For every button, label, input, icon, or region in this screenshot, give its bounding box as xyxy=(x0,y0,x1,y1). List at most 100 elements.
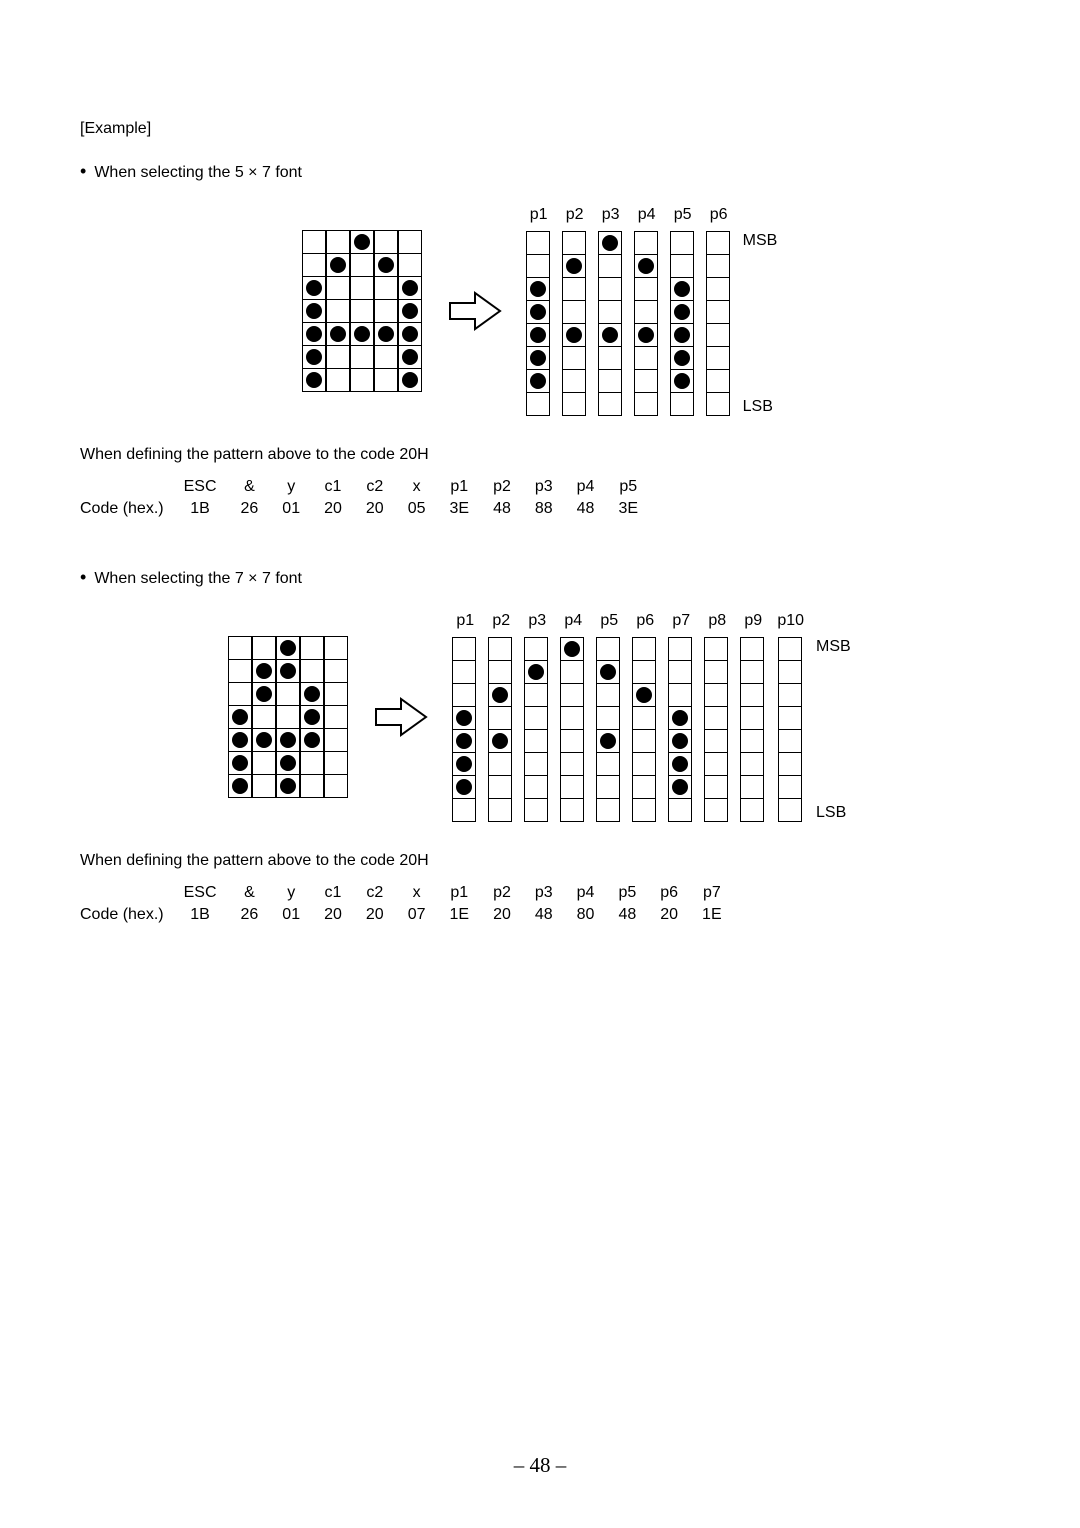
table-header-cell: p2 xyxy=(481,476,523,498)
grid-cell xyxy=(252,705,276,729)
arrow-right-icon xyxy=(371,687,431,747)
grid-cell xyxy=(300,705,324,729)
byte-cell xyxy=(488,660,512,684)
byte-cell xyxy=(668,752,692,776)
byte-cell xyxy=(596,798,620,822)
grid-cell xyxy=(300,682,324,706)
bullet-5x7: • When selecting the 5 × 7 font xyxy=(80,162,1000,182)
byte-cell xyxy=(778,660,802,684)
table-value-cell: 20 xyxy=(312,498,354,520)
grid-cell xyxy=(350,230,374,254)
page-number: – 48 – xyxy=(0,1453,1080,1478)
column-label: p10 xyxy=(777,612,804,634)
byte-cell xyxy=(598,346,622,370)
byte-cell xyxy=(562,392,586,416)
byte-cell xyxy=(598,369,622,393)
grid-cell xyxy=(228,728,252,752)
table-value-cell: 48 xyxy=(606,904,648,926)
define-text-2: When defining the pattern above to the c… xyxy=(80,852,1000,870)
byte-cell xyxy=(488,683,512,707)
byte-cell xyxy=(452,775,476,799)
grid-cell xyxy=(300,636,324,660)
bullet-icon: • xyxy=(80,568,86,586)
table-value-cell: 1B xyxy=(172,498,229,520)
byte-column: p4 xyxy=(635,206,659,416)
grid-cell xyxy=(252,636,276,660)
byte-cell xyxy=(598,277,622,301)
grid-cell xyxy=(398,299,422,323)
column-bytes-5x7: p1p2p3p4p5p6 xyxy=(527,206,731,416)
byte-cell xyxy=(524,729,548,753)
byte-column: p1 xyxy=(527,206,551,416)
byte-cell xyxy=(560,660,584,684)
byte-column: p5 xyxy=(671,206,695,416)
byte-column: p2 xyxy=(489,612,513,822)
byte-column: p2 xyxy=(563,206,587,416)
grid-cell xyxy=(228,705,252,729)
table-header-cell: p3 xyxy=(523,476,565,498)
code-hex-label: Code (hex.) xyxy=(80,904,172,926)
byte-cell xyxy=(560,729,584,753)
byte-cell xyxy=(778,775,802,799)
grid-cell xyxy=(398,253,422,277)
byte-cell xyxy=(452,660,476,684)
byte-cell xyxy=(668,729,692,753)
byte-cell xyxy=(560,775,584,799)
table-value-cell: 20 xyxy=(354,498,396,520)
table-header-cell: p2 xyxy=(481,882,523,904)
table-value-cell: 88 xyxy=(523,498,565,520)
byte-cell xyxy=(706,346,730,370)
grid-cell xyxy=(302,345,326,369)
msb-lsb-labels: MSB LSB xyxy=(816,612,851,822)
grid-cell xyxy=(350,368,374,392)
bullet-text-1: When selecting the 5 × 7 font xyxy=(94,164,302,182)
table-value-cell: 1E xyxy=(437,904,481,926)
table-value-cell: 1E xyxy=(690,904,734,926)
byte-cell xyxy=(668,683,692,707)
code-table-1: ESC&yc1c2xp1p2p3p4p5 Code (hex.)1B260120… xyxy=(80,476,650,520)
byte-cell xyxy=(562,231,586,255)
grid-cell xyxy=(374,345,398,369)
byte-cell xyxy=(452,798,476,822)
table-header-cell: p1 xyxy=(437,882,481,904)
grid-cell xyxy=(228,682,252,706)
column-label: p7 xyxy=(672,612,690,634)
grid-cell xyxy=(302,276,326,300)
byte-cell xyxy=(704,752,728,776)
msb-label: MSB xyxy=(743,232,778,250)
table-value-cell: 05 xyxy=(396,498,438,520)
table-value-cell: 48 xyxy=(481,498,523,520)
byte-cell xyxy=(670,392,694,416)
grid-cell xyxy=(326,368,350,392)
byte-column: p3 xyxy=(525,612,549,822)
byte-cell xyxy=(706,369,730,393)
table-header-cell: ESC xyxy=(172,476,229,498)
grid-cell xyxy=(398,276,422,300)
msb-label: MSB xyxy=(816,638,851,656)
figure-7x7: p1p2p3p4p5p6p7p8p9p10 MSB LSB xyxy=(80,612,1000,822)
msb-lsb-labels: MSB LSB xyxy=(743,206,778,416)
grid-cell xyxy=(276,659,300,683)
column-label: p3 xyxy=(528,612,546,634)
byte-cell xyxy=(488,752,512,776)
table-header-cell: x xyxy=(396,882,438,904)
byte-cell xyxy=(488,798,512,822)
byte-cell xyxy=(634,346,658,370)
table-header-cell: p5 xyxy=(606,882,648,904)
byte-cell xyxy=(596,637,620,661)
grid-cell xyxy=(398,368,422,392)
byte-column: p7 xyxy=(669,612,693,822)
byte-cell xyxy=(596,729,620,753)
grid-cell xyxy=(276,774,300,798)
grid-cell xyxy=(252,728,276,752)
grid-cell xyxy=(350,322,374,346)
byte-cell xyxy=(598,392,622,416)
column-label: p6 xyxy=(636,612,654,634)
table-value-cell: 20 xyxy=(481,904,523,926)
grid-cell xyxy=(300,774,324,798)
byte-cell xyxy=(778,798,802,822)
column-label: p2 xyxy=(566,206,584,228)
byte-cell xyxy=(778,729,802,753)
define-text-1: When defining the pattern above to the c… xyxy=(80,446,1000,464)
byte-cell xyxy=(452,637,476,661)
